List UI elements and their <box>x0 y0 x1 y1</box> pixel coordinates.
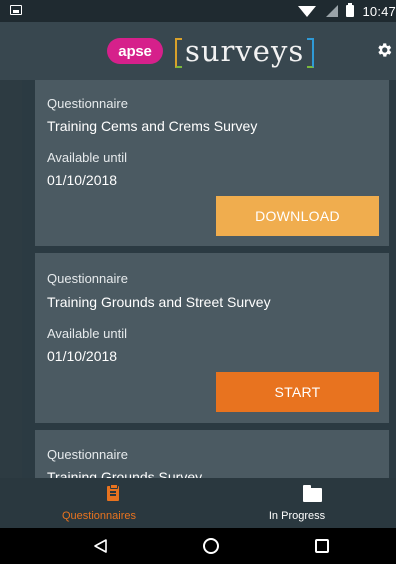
apse-logo-pill: apse <box>107 38 163 64</box>
questionnaire-card[interactable]: Questionnaire Training Grounds and Stree… <box>35 253 389 423</box>
clipboard-icon <box>107 484 119 501</box>
cell-signal-icon <box>324 5 339 17</box>
status-time: 10:47 <box>362 3 396 19</box>
home-icon[interactable] <box>203 538 219 554</box>
gallery-notification-icon <box>10 5 22 15</box>
card-type-label: Questionnaire <box>47 447 128 462</box>
surveys-wordmark: surveys <box>175 34 315 68</box>
card-title: Training Grounds Survey <box>47 469 203 478</box>
bottom-navigation: Questionnaires In Progress <box>0 478 396 528</box>
app-bar: apse surveys <box>0 22 396 80</box>
card-type-label: Questionnaire <box>47 271 128 286</box>
questionnaire-list[interactable]: Questionnaire Training Cems and Crems Su… <box>0 80 396 478</box>
questionnaire-card[interactable]: Questionnaire Training Cems and Crems Su… <box>35 80 389 246</box>
tab-in-progress-label: In Progress <box>268 510 326 522</box>
tab-questionnaires-label: Questionnaires <box>62 510 136 522</box>
right-bracket-decoration <box>307 38 315 68</box>
system-navigation-bar <box>0 528 396 564</box>
available-until-label: Available until <box>47 150 127 165</box>
back-icon[interactable] <box>92 538 108 554</box>
available-until-date: 01/10/2018 <box>47 348 118 364</box>
tab-in-progress[interactable]: In Progress <box>198 478 396 528</box>
left-rail <box>0 80 22 478</box>
recents-icon[interactable] <box>315 539 329 553</box>
available-until-date: 01/10/2018 <box>47 172 118 188</box>
card-title: Training Grounds and Street Survey <box>47 294 271 310</box>
battery-icon <box>346 3 355 17</box>
tab-questionnaires[interactable]: Questionnaires <box>0 478 198 528</box>
download-button[interactable]: DOWNLOAD <box>216 196 379 236</box>
gear-icon[interactable] <box>375 41 393 59</box>
questionnaire-card[interactable]: Questionnaire Training Grounds Survey <box>35 430 389 478</box>
card-title: Training Cems and Crems Survey <box>47 118 258 134</box>
card-type-label: Questionnaire <box>47 96 128 111</box>
app-logo: apse surveys <box>107 34 315 68</box>
surveys-wordmark-text: surveys <box>185 34 305 68</box>
start-button[interactable]: START <box>216 372 379 412</box>
left-bracket-decoration <box>175 38 182 68</box>
available-until-label: Available until <box>47 326 127 341</box>
status-bar: 10:47 <box>0 0 396 22</box>
wifi-icon <box>298 5 317 17</box>
folder-icon <box>303 485 322 502</box>
